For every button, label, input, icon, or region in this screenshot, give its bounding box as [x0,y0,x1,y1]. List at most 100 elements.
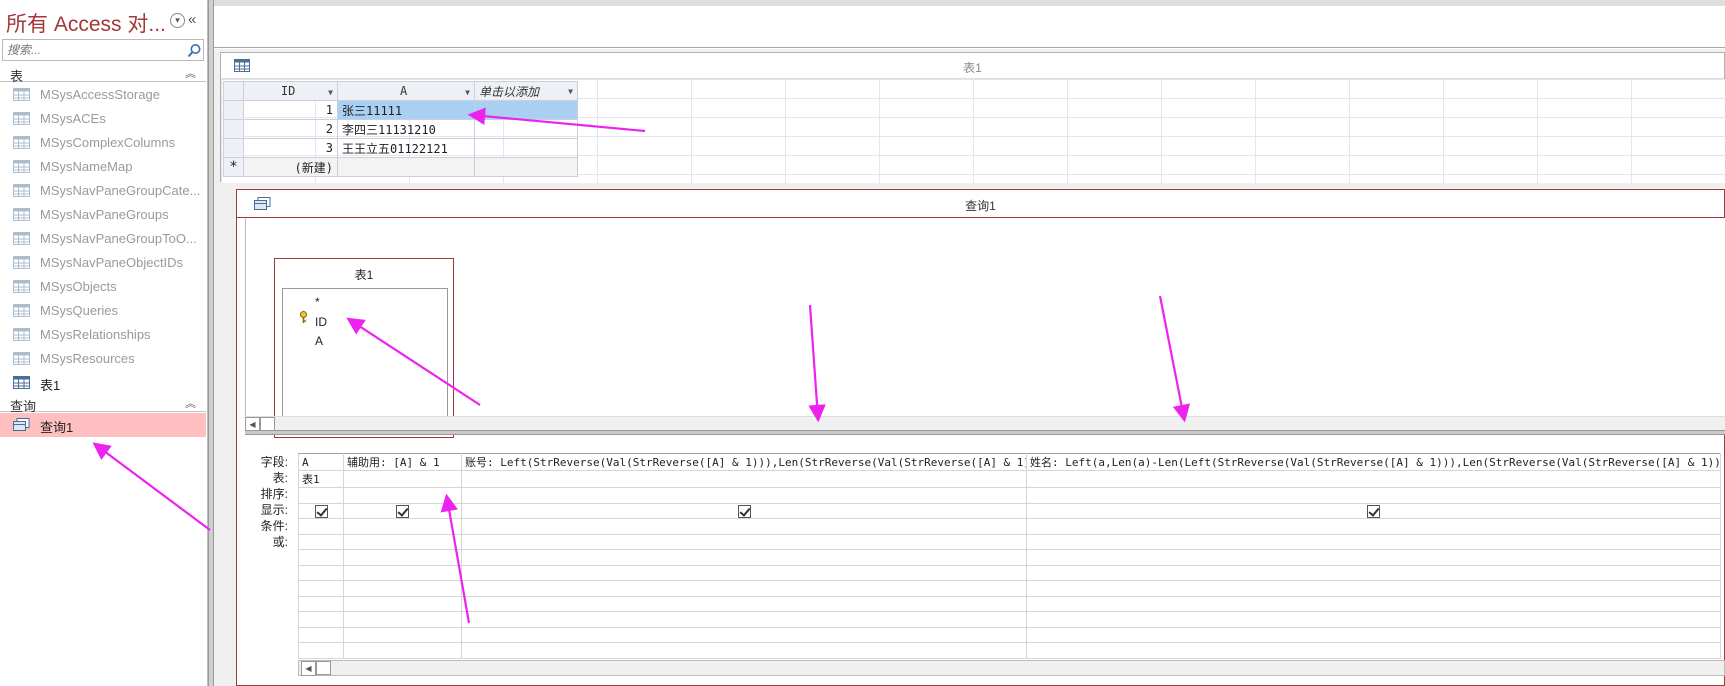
grid-cell[interactable] [298,549,344,566]
nav-item-table[interactable]: MSysNavPaneGroupToO... [0,227,206,251]
nav-item-table[interactable]: 表1 [0,371,206,395]
grid-cell-show[interactable] [1026,502,1721,519]
nav-item-table[interactable]: MSysResources [0,347,206,371]
grid-cell[interactable] [343,533,462,550]
cell-a[interactable] [337,157,475,177]
grid-cell[interactable] [1026,595,1721,612]
grid-cell[interactable] [1026,549,1721,566]
cell-add[interactable] [474,138,578,158]
cell-id[interactable]: 2 [243,119,338,139]
group-header-queries[interactable]: 查询 ︽ [0,394,206,414]
grid-cell[interactable] [298,611,344,628]
grid-cell[interactable] [461,533,1027,550]
field-item-id[interactable]: ID [315,315,327,329]
grid-cell-table[interactable] [1026,470,1721,488]
column-header-id[interactable]: ID ▼ [243,81,338,101]
show-checkbox[interactable] [314,504,328,518]
grid-cell[interactable] [461,580,1027,597]
column-header-a[interactable]: A ▼ [337,81,475,101]
cell-a[interactable]: 李四三11131210 [337,119,475,139]
collapse-group-icon[interactable]: ︽ [185,395,196,411]
row-selector[interactable] [223,119,244,139]
nav-item-table[interactable]: MSysACEs [0,107,206,131]
grid-cell[interactable] [1026,580,1721,597]
cell-id[interactable]: 3 [243,138,338,158]
nav-item-table[interactable]: MSysRelationships [0,323,206,347]
grid-cell[interactable] [1026,564,1721,581]
new-record-marker[interactable]: * [223,157,244,177]
cell-id[interactable]: 1 [243,100,338,120]
grid-cell-show[interactable] [343,502,462,519]
grid-cell[interactable] [343,487,462,504]
upper-pane-scrollbar[interactable]: ◀ [245,416,1725,432]
grid-cell[interactable] [298,626,344,643]
group-header-tables[interactable]: 表 ︽ [0,64,206,84]
column-header-add[interactable]: 单击以添加 ▼ [474,81,578,101]
nav-item-table[interactable]: MSysComplexColumns [0,131,206,155]
grid-cell[interactable] [298,533,344,550]
grid-cell[interactable] [298,642,344,659]
grid-cell[interactable] [298,580,344,597]
search-icon[interactable] [187,43,202,58]
grid-cell-field[interactable]: 账号: Left(StrReverse(Val(StrReverse([A] &… [461,453,1027,471]
grid-cell[interactable] [1026,626,1721,643]
grid-cell[interactable] [1026,487,1721,504]
grid-cell[interactable] [461,642,1027,659]
cell-a[interactable]: 张三11111 [337,100,475,120]
grid-cell[interactable] [461,487,1027,504]
dropdown-icon[interactable]: ▼ [328,88,333,97]
nav-item-table[interactable]: MSysNavPaneGroups [0,203,206,227]
grid-cell[interactable] [343,580,462,597]
grid-cell[interactable] [298,564,344,581]
cell-add[interactable] [474,157,578,177]
nav-item-table[interactable]: MSysObjects [0,275,206,299]
new-record-label[interactable]: (新建) [243,157,338,177]
cell-add[interactable] [474,119,578,139]
grid-cell-show[interactable] [461,502,1027,519]
dropdown-icon[interactable]: ▼ [568,87,573,96]
cell-a[interactable]: 王王立五01122121 [337,138,475,158]
dropdown-icon[interactable]: ▼ [465,88,470,97]
grid-cell-field[interactable]: 辅助用: [A] & 1 [343,453,462,471]
grid-cell-field[interactable]: 姓名: Left(a,Len(a)-Len(Left(StrReverse(Va… [1026,453,1721,471]
grid-cell[interactable] [343,626,462,643]
grid-cell[interactable] [1026,518,1721,535]
field-list-table1[interactable]: 表1 * ID A [274,258,454,438]
nav-item-table[interactable]: MSysNavPaneGroupCate... [0,179,206,203]
grid-cell[interactable] [298,518,344,535]
cell-add[interactable] [474,100,578,120]
show-checkbox[interactable] [1367,504,1380,518]
grid-cell[interactable] [1026,642,1721,659]
nav-item-query1[interactable]: 查询1 [0,413,206,437]
grid-cell[interactable] [461,564,1027,581]
field-item-all[interactable]: * [315,295,320,309]
row-selector[interactable] [223,138,244,158]
grid-cell-table[interactable]: 表1 [298,470,344,488]
grid-cell-show[interactable] [298,502,344,519]
grid-cell[interactable] [461,626,1027,643]
select-all-corner[interactable] [223,81,244,101]
row-selector[interactable] [223,100,244,120]
nav-item-table[interactable]: MSysNameMap [0,155,206,179]
chevron-down-icon[interactable]: ▾ [170,13,185,28]
grid-cell[interactable] [461,595,1027,612]
show-checkbox[interactable] [396,504,409,518]
table-window-titlebar[interactable]: 表1 [221,53,1724,79]
field-item-a[interactable]: A [315,334,323,348]
scroll-thumb[interactable] [316,661,331,675]
grid-cell[interactable] [461,549,1027,566]
grid-cell[interactable] [343,549,462,566]
grid-cell[interactable] [461,611,1027,628]
collapse-group-icon[interactable]: ︽ [185,65,196,81]
grid-cell[interactable] [343,518,462,535]
design-grid-scrollbar[interactable]: ◀ [298,660,1725,676]
query-window-titlebar[interactable]: 查询1 [237,190,1724,218]
grid-cell[interactable] [461,518,1027,535]
grid-cell-table[interactable] [461,470,1027,488]
grid-cell[interactable] [343,611,462,628]
grid-cell-field[interactable]: A [298,453,344,471]
grid-cell[interactable] [343,642,462,659]
grid-cell[interactable] [343,564,462,581]
grid-cell[interactable] [298,595,344,612]
nav-item-table[interactable]: MSysAccessStorage [0,83,206,107]
